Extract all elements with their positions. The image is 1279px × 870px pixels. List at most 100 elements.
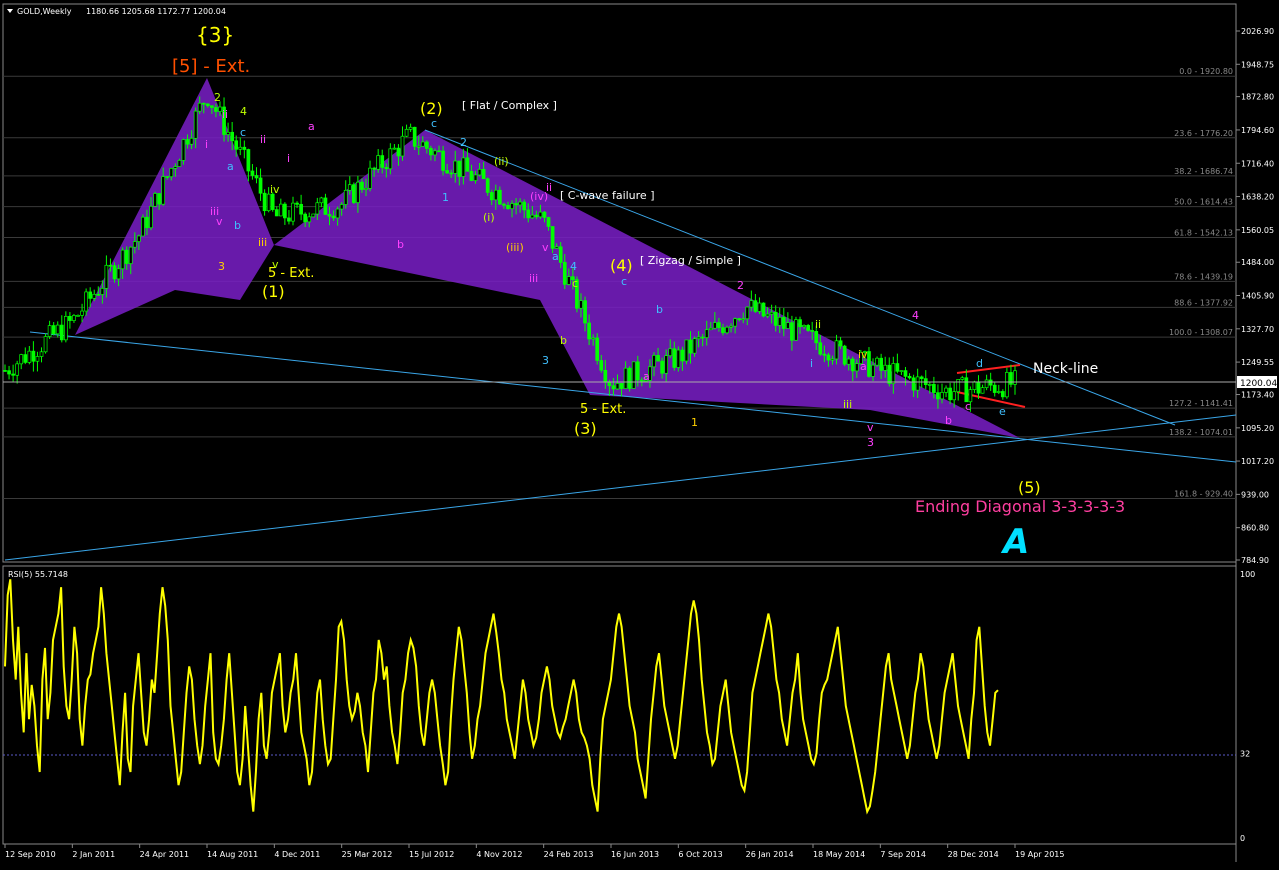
annotation-wave-2: (2)	[420, 99, 443, 118]
candle-body	[124, 249, 129, 264]
wave-label: b	[560, 334, 567, 347]
candle-body	[104, 264, 109, 289]
candle-body	[31, 350, 36, 362]
candle-body	[656, 355, 660, 362]
candle-body	[465, 157, 470, 172]
candle-body	[786, 322, 790, 329]
candle-body	[380, 155, 385, 168]
candle-body	[278, 203, 283, 217]
candle-body	[992, 384, 997, 393]
candle-body	[510, 203, 514, 210]
rsi-tick-label: 32	[1240, 750, 1250, 759]
candle-body	[960, 377, 965, 380]
candle-body	[810, 330, 815, 332]
annotation-flat-complex: [ Flat / Complex ]	[462, 99, 557, 112]
annotation-neck-line: Neck-line	[1033, 361, 1098, 377]
candle-body	[80, 310, 84, 316]
chart-window: 0.0 - 1920.80 23.6 - 1776.20 38.2 - 1686.7…	[0, 0, 1279, 866]
candle-body	[915, 376, 920, 391]
candle-body	[230, 131, 234, 142]
candle-body	[875, 357, 879, 366]
candle-body	[181, 139, 186, 161]
candle-body	[879, 357, 883, 371]
time-tick-label: 14 Aug 2011	[207, 850, 258, 859]
time-tick-label: 2 Jan 2011	[72, 850, 115, 859]
candle-body	[1009, 372, 1013, 385]
candle-body	[623, 367, 628, 389]
candle-body	[599, 360, 604, 371]
candle-body	[210, 105, 214, 108]
candle-body	[364, 188, 368, 190]
wave-label: v	[272, 258, 279, 271]
price-tick-label: 1794.60	[1241, 126, 1274, 135]
candle-body	[534, 214, 539, 218]
candle-body	[522, 201, 527, 211]
wave-label: (iii)	[506, 241, 524, 254]
candle-body	[542, 211, 547, 218]
candle-body	[721, 327, 725, 334]
candle-body	[242, 146, 247, 150]
annotation-5-ext-b: 5 - Ext.	[580, 402, 626, 417]
candle-body	[741, 318, 746, 321]
author-logo: A	[1000, 522, 1029, 562]
wave-label: a	[860, 360, 867, 373]
candle-body	[149, 205, 153, 229]
candle-body	[712, 322, 717, 329]
candle-body	[850, 358, 855, 372]
candle-body	[291, 202, 295, 222]
chart-menu-icon[interactable]	[7, 9, 13, 13]
wave-label: iii	[843, 398, 852, 411]
candle-body	[19, 354, 24, 365]
candle-body	[84, 291, 88, 312]
candle-body	[384, 167, 389, 170]
candle-body	[794, 319, 798, 341]
candle-body	[867, 351, 871, 377]
candle-body	[676, 349, 681, 368]
candle-body	[907, 375, 912, 379]
candle-body	[688, 339, 693, 354]
wave-label: iii	[529, 272, 538, 285]
time-tick-label: 25 Mar 2012	[342, 850, 393, 859]
annotation-wave-1: (1)	[262, 282, 285, 301]
price-tick-label: 1638.20	[1241, 193, 1274, 202]
wave-label: c	[431, 117, 437, 130]
candle-body	[323, 197, 328, 215]
candle-body	[445, 170, 449, 174]
candle-body	[347, 184, 352, 191]
candle-body	[988, 379, 993, 386]
candle-body	[887, 364, 892, 384]
candle-body	[895, 363, 900, 372]
candle-body	[299, 203, 303, 215]
candle-body	[76, 314, 80, 317]
candle-body	[757, 302, 762, 312]
wave-label: (ii)	[494, 155, 509, 168]
candle-body	[165, 176, 170, 178]
candle-body	[392, 147, 397, 150]
candle-body	[704, 329, 709, 338]
rsi-series-line	[4, 579, 999, 815]
candle-body	[360, 181, 364, 190]
candle-body	[100, 288, 105, 295]
wave-label: b	[234, 219, 241, 232]
fib-level-label: 23.6 - 1776.20	[1174, 129, 1233, 138]
candle-body	[611, 385, 616, 390]
fib-level-label: 138.2 - 1074.01	[1169, 428, 1233, 437]
annotation-wave-5: (5)	[1018, 478, 1041, 497]
candle-body	[635, 361, 640, 381]
candle-body	[319, 197, 324, 204]
annotation-wave-3-paren: (3)	[574, 419, 597, 438]
candle-body	[765, 313, 770, 317]
time-tick-label: 19 Apr 2015	[1015, 850, 1064, 859]
candle-body	[530, 214, 535, 219]
candle-body	[169, 168, 174, 178]
candle-body	[802, 325, 806, 328]
time-tick-label: 4 Dec 2011	[274, 850, 320, 859]
candle-body	[696, 336, 701, 340]
time-tick-label: 7 Sep 2014	[880, 850, 926, 859]
candle-body	[189, 137, 194, 145]
candle-body	[587, 322, 591, 340]
candle-body	[595, 337, 600, 361]
annotation-wave-4: (4)	[610, 256, 633, 275]
candle-body	[481, 168, 486, 180]
candle-body	[502, 203, 506, 206]
